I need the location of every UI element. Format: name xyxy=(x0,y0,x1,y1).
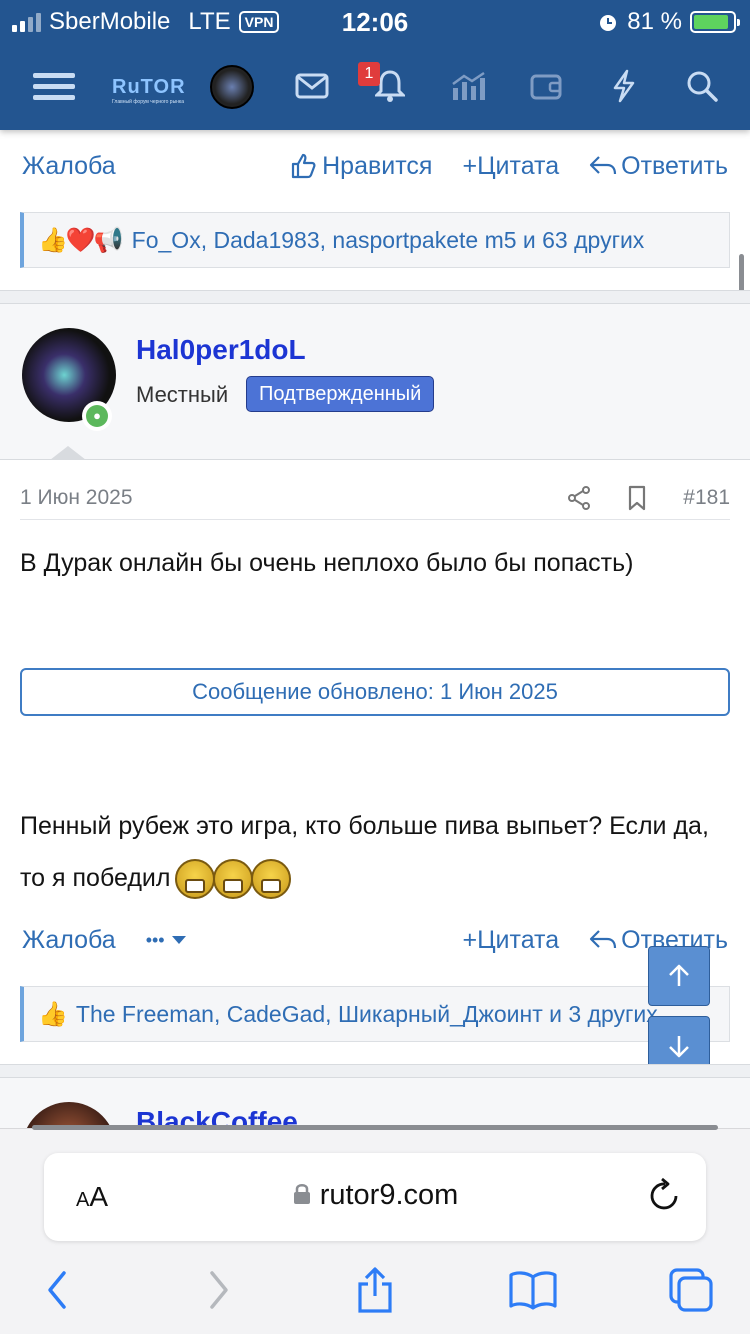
post2-date[interactable]: 1 Июн 2025 xyxy=(20,486,567,510)
notification-badge: 1 xyxy=(358,62,380,86)
more-dots: ••• xyxy=(145,929,165,950)
post2-username[interactable]: Hal0per1doL xyxy=(136,334,306,366)
battery-icon xyxy=(690,11,740,33)
battery-percent: 81 % xyxy=(627,8,682,35)
reply-icon xyxy=(590,156,617,175)
reaction-megaphone-icon: 📢 xyxy=(93,226,124,254)
grin-emoji-icon xyxy=(251,859,292,900)
post2-actions: Жалоба ••• +Цитата Ответить xyxy=(22,920,728,960)
top-header: SberMobile LTE VPN 12:06 81 % RuTOR Глав… xyxy=(0,0,750,130)
post3-userblock: BlackCoffee_ xyxy=(0,1078,750,1128)
post2-text-2-wrap: Пенный рубеж это игра, кто больше пива в… xyxy=(20,800,720,904)
post1-actions: Жалоба Нравится +Цитата Ответить xyxy=(22,146,728,186)
menu-icon[interactable] xyxy=(32,66,76,106)
quote-button[interactable]: +Цитата xyxy=(462,152,559,181)
share-icon[interactable] xyxy=(567,485,591,511)
like-label: Нравится xyxy=(322,151,433,180)
reply-icon xyxy=(590,930,617,949)
search-icon[interactable] xyxy=(680,66,724,106)
scroll-up-button[interactable] xyxy=(648,946,710,1006)
tabs-icon[interactable] xyxy=(666,1265,716,1315)
post-separator xyxy=(0,290,750,304)
browser-nav-bar xyxy=(0,1265,750,1315)
reaction-thumbs-icon: 👍 xyxy=(38,226,68,254)
post2-user-title: Местный xyxy=(136,382,229,407)
bookmarks-icon[interactable] xyxy=(508,1265,558,1315)
quote-button[interactable]: +Цитата xyxy=(462,926,559,955)
reactions-bar[interactable]: 👍 The Freeman, CadeGad, Шикарный_Джоинт … xyxy=(20,986,730,1042)
browser-toolbar: AA rutor9.com xyxy=(0,1125,750,1334)
share-sheet-icon[interactable] xyxy=(350,1265,400,1315)
message-updated-notice: Сообщение обновлено: 1 Июн 2025 xyxy=(20,668,730,716)
horizontal-scroll-indicator xyxy=(32,1125,718,1130)
like-button[interactable]: Нравится xyxy=(290,152,432,181)
logo-text: RuTOR xyxy=(112,76,186,98)
more-menu-button[interactable]: ••• xyxy=(146,930,187,951)
bookmark-icon[interactable] xyxy=(627,485,647,511)
stats-icon[interactable] xyxy=(446,66,490,106)
post2-number[interactable]: #181 xyxy=(683,486,730,510)
chevron-down-icon xyxy=(171,936,186,944)
online-status-icon: ● xyxy=(82,401,112,431)
reply-label: Ответить xyxy=(621,151,728,180)
arrow-down-icon xyxy=(669,1036,689,1058)
plus-icon: + xyxy=(462,925,478,954)
grin-emoji-icon xyxy=(213,859,254,900)
grin-emoji-icon xyxy=(175,859,216,900)
status-bar: SberMobile LTE VPN 12:06 81 % xyxy=(0,0,750,42)
reaction-heart-icon: ❤️ xyxy=(65,226,96,254)
post2-text-1: В Дурак онлайн бы очень неплохо было бы … xyxy=(20,549,634,577)
quote-label: Цитата xyxy=(477,925,560,954)
post-separator xyxy=(0,1064,750,1078)
thumbs-up-icon xyxy=(292,153,316,179)
report-link[interactable]: Жалоба xyxy=(22,926,116,955)
reactions-names: The Freeman, CadeGad, Шикарный_Джоинт и … xyxy=(75,1000,658,1027)
lightning-icon[interactable] xyxy=(602,66,646,106)
quote-label: Цитата xyxy=(477,151,560,180)
lock-icon xyxy=(293,1184,310,1204)
arrow-up-icon xyxy=(669,964,689,986)
mail-icon[interactable] xyxy=(290,66,334,106)
reactions-names: Fo_Ox, Dada1983, nasportpakete m5 и 63 д… xyxy=(131,226,645,253)
forward-icon[interactable] xyxy=(194,1265,244,1315)
url-text: rutor9.com xyxy=(319,1179,459,1211)
nav-bar: RuTOR Главный форум черного рынка 1 xyxy=(0,50,750,122)
verified-badge: Подтвержденный xyxy=(246,376,435,412)
wallet-icon[interactable] xyxy=(524,66,568,106)
user-avatar[interactable] xyxy=(210,65,254,109)
post2-userblock: ● Hal0per1doL Местный Подтвержденный xyxy=(0,304,750,460)
reactions-bar[interactable]: 👍 ❤️ 📢 Fo_Ox, Dada1983, nasportpakete m5… xyxy=(20,212,730,268)
report-link[interactable]: Жалоба xyxy=(22,152,116,181)
reaction-thumbs-icon: 👍 xyxy=(38,1000,68,1028)
reload-icon[interactable] xyxy=(648,1177,682,1220)
site-logo[interactable]: RuTOR Главный форум черного рынка xyxy=(112,76,192,106)
post2-meta: 1 Июн 2025 #181 xyxy=(20,476,730,520)
post2-text-2: Пенный рубеж это игра, кто больше пива в… xyxy=(20,812,709,892)
address-bar[interactable]: AA rutor9.com xyxy=(44,1153,706,1241)
userblock-pointer xyxy=(50,446,86,460)
reply-button[interactable]: Ответить xyxy=(589,152,728,181)
logo-subtitle: Главный форум черного рынка xyxy=(112,99,185,105)
back-icon[interactable] xyxy=(32,1265,82,1315)
alarm-icon xyxy=(600,15,617,31)
plus-icon: + xyxy=(462,151,478,180)
status-right: 81 % xyxy=(597,8,740,36)
url-display[interactable]: rutor9.com xyxy=(44,1179,706,1212)
